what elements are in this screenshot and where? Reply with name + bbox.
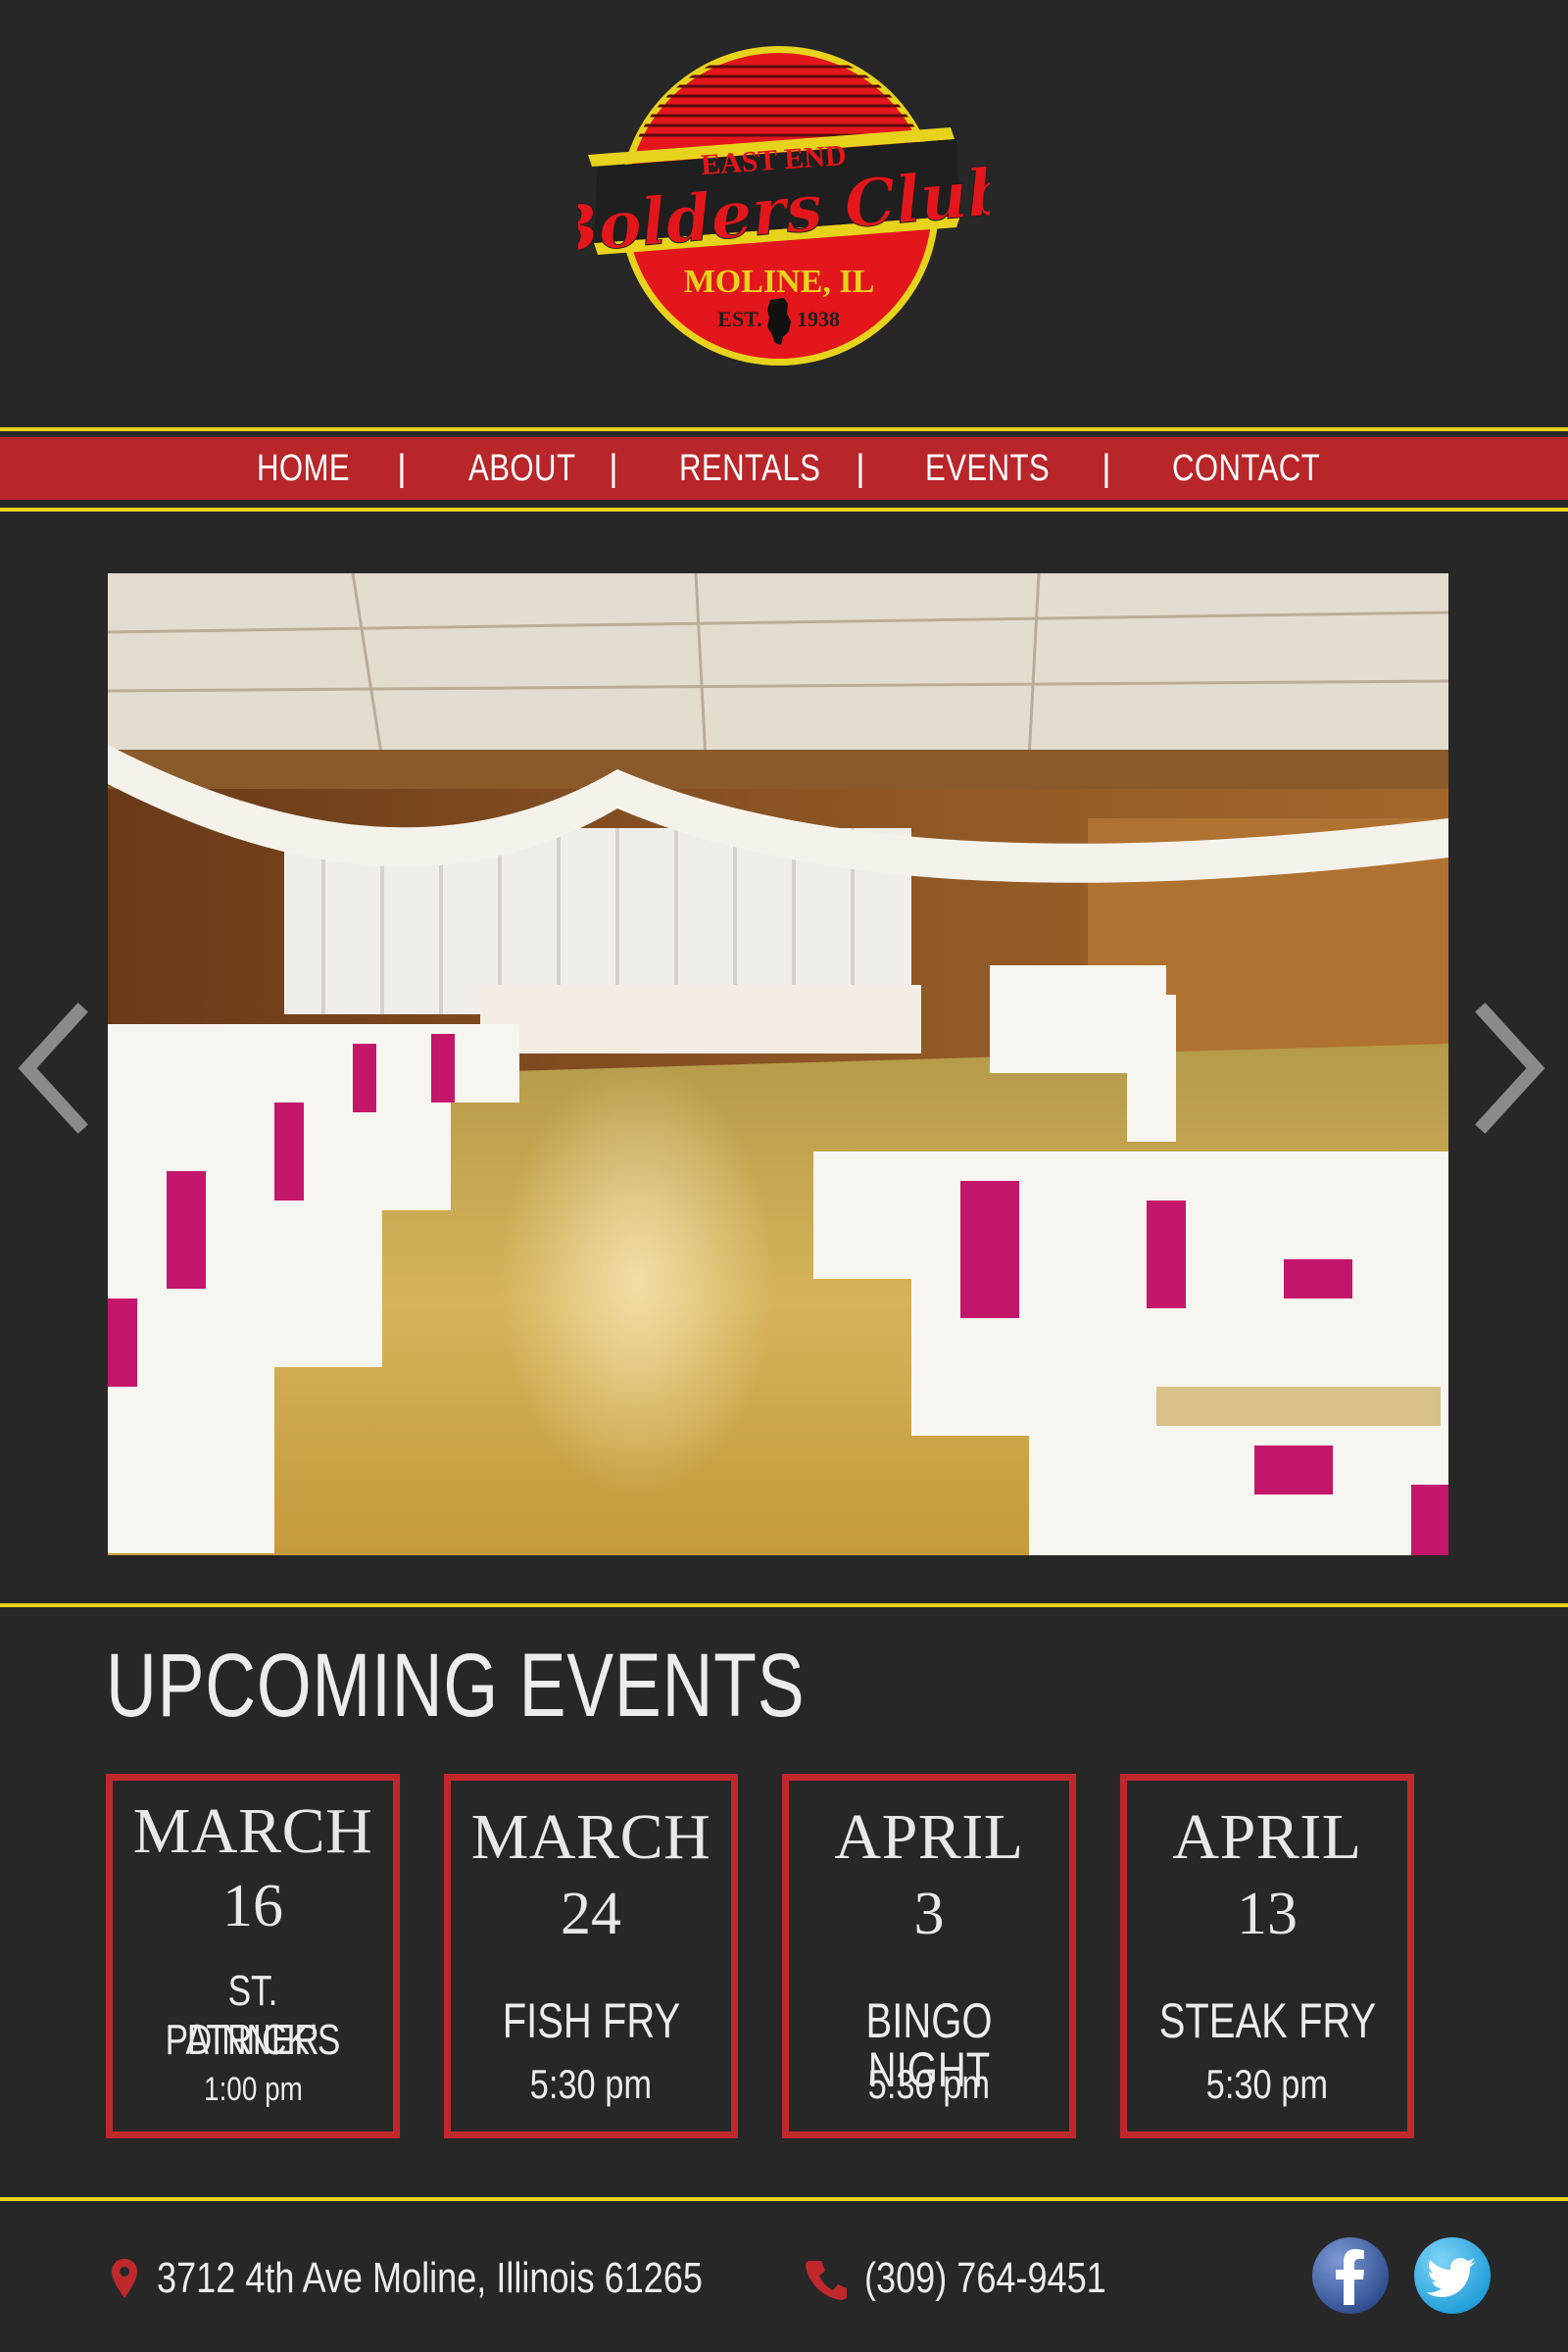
site-header: EAST END Bolders Club MOLINE, IL EST. 19… [0,0,1568,421]
chevron-right-icon[interactable] [1475,995,1553,1142]
address-text: 3712 4th Ave Moline, Illinois 61265 [157,2254,704,2303]
event-day: 13 [1237,1881,1298,1947]
logo-location: MOLINE, IL [684,264,875,300]
event-time-row: 5:30 pm [789,2061,1069,2108]
nav-contact[interactable]: CONTACT [1172,437,1320,500]
address-row[interactable]: 3712 4th Ave Moline, Illinois 61265 [110,2242,822,2311]
phone-text: (309) 764-9451 [864,2254,1106,2303]
nav-rentals[interactable]: RENTALS [679,437,820,500]
event-day: 3 [913,1881,945,1947]
phone-row[interactable]: (309) 764-9451 [806,2242,1159,2311]
event-card[interactable]: MARCH 16 ST. PATRICK’S DINNER 1:00 pm [106,1774,400,2138]
upcoming-events-section: UPCOMING EVENTS MARCH 16 ST. PATRICK’S D… [0,1603,1568,2201]
event-month: MARCH [132,1795,373,1867]
site-footer: 3712 4th Ave Moline, Illinois 61265 (309… [0,2201,1568,2352]
event-time: 5:30 pm [867,2061,991,2107]
event-name-line1: FISH FRY [502,1993,680,2048]
event-card[interactable]: APRIL 3 BINGO NIGHT 5:30 pm [782,1774,1076,2138]
nav-separator: | [1102,448,1111,489]
event-time: 5:30 pm [1205,2061,1329,2107]
event-name-second: DINNER [113,2016,393,2065]
event-time: 1:00 pm [203,2071,303,2108]
event-day: 16 [222,1873,283,1939]
logo-est: EST. [717,307,761,331]
event-time: 5:30 pm [529,2061,653,2107]
event-card[interactable]: MARCH 24 FISH FRY 5:30 pm [444,1774,738,2138]
chevron-left-icon[interactable] [10,995,88,1142]
facebook-icon[interactable] [1311,2236,1390,2315]
nav-home[interactable]: HOME [257,437,350,500]
nav-bar: HOME | ABOUT | RENTALS | EVENTS | CONTAC… [0,437,1568,500]
bolders-club-logo[interactable]: EAST END Bolders Club MOLINE, IL EST. 19… [578,37,990,380]
hero-slider [0,549,1568,1558]
phone-icon [806,2261,847,2301]
event-time-row: 5:30 pm [451,2061,731,2108]
main-nav: HOME | ABOUT | RENTALS | EVENTS | CONTAC… [0,427,1568,512]
nav-events[interactable]: EVENTS [925,437,1050,500]
event-time-row: 5:30 pm [1127,2061,1407,2108]
event-name: STEAK FRY [1127,1996,1407,2045]
banquet-hall-photo [108,573,1448,1555]
event-month: APRIL [1172,1801,1362,1873]
event-name-line2: DINNER [186,2016,319,2064]
event-day: 24 [561,1881,621,1947]
event-name-line1: STEAK FRY [1158,1993,1376,2048]
event-name: FISH FRY [451,1996,731,2045]
map-pin-icon [112,2259,137,2299]
event-card[interactable]: APRIL 13 STEAK FRY 5:30 pm [1120,1774,1414,2138]
nav-separator: | [856,448,865,489]
events-heading: UPCOMING EVENTS [106,1636,806,1736]
event-month: APRIL [834,1801,1024,1873]
event-month: MARCH [470,1801,711,1873]
event-time-row: 1:00 pm [113,2071,393,2109]
nav-separator: | [609,448,618,489]
twitter-icon[interactable] [1413,2236,1492,2315]
logo-year: 1938 [797,307,840,331]
nav-about[interactable]: ABOUT [468,437,575,500]
nav-separator: | [397,448,407,489]
